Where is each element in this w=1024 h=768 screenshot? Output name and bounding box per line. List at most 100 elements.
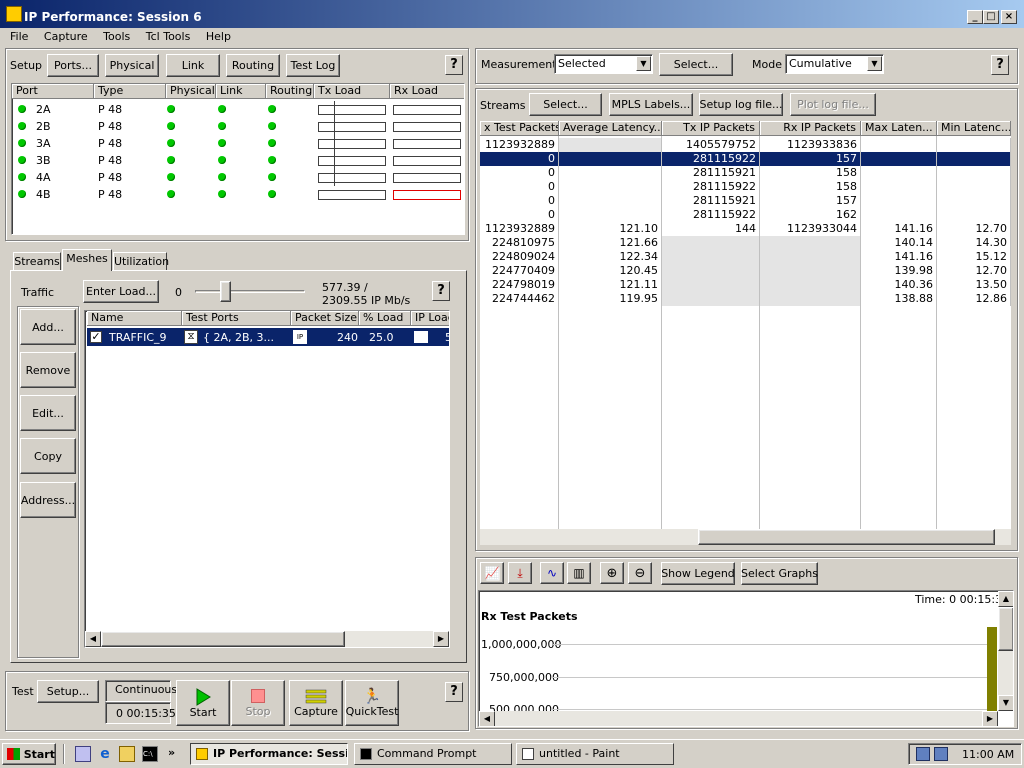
col-rx-ip-packets[interactable]: Rx IP Packets — [760, 121, 861, 136]
col-name[interactable]: Name — [87, 311, 182, 326]
network-icon[interactable] — [916, 747, 930, 761]
scroll-right-button[interactable]: ▶ — [982, 711, 998, 726]
measurements-select[interactable]: Selected ▼ — [554, 54, 653, 74]
col-max-latency[interactable]: Max Laten... — [861, 121, 937, 136]
zoom-in-icon[interactable]: ⊕ — [600, 562, 624, 584]
port-row[interactable]: 3A P 48 — [12, 135, 464, 152]
setup-log-file-button[interactable]: Setup log file... — [699, 93, 783, 116]
port-row[interactable]: 4B P 48 — [12, 186, 464, 203]
scroll-left-button[interactable]: ◀ — [85, 631, 101, 647]
col-physical[interactable]: Physical — [166, 84, 216, 99]
graph-h-scrollbar[interactable]: ◀ ▶ — [479, 711, 998, 726]
col-packet-size[interactable]: Packet Size — [291, 311, 359, 326]
bar-chart-icon[interactable]: ▥ — [567, 562, 591, 584]
task-command-prompt[interactable]: Command Prompt — [354, 743, 512, 765]
col-routing[interactable]: Routing — [266, 84, 314, 99]
col-avg-latency[interactable]: Average Latency... — [559, 121, 662, 136]
scroll-thumb[interactable] — [101, 631, 345, 647]
stream-row[interactable]: 224744462 119.95 138.88 12.86 — [480, 292, 1011, 306]
stream-row[interactable]: 0 281115921 158 — [480, 166, 1011, 180]
physical-button[interactable]: Physical — [105, 54, 159, 77]
traffic-h-scrollbar[interactable]: ◀ ▶ — [85, 631, 449, 647]
add-button[interactable]: Add... — [20, 309, 76, 345]
menu-help[interactable]: Help — [206, 30, 231, 43]
enter-load-button[interactable]: Enter Load... — [83, 280, 159, 303]
col-min-latency[interactable]: Min Latenc... — [937, 121, 1011, 136]
menu-tcl-tools[interactable]: Tcl Tools — [146, 30, 191, 43]
address-button[interactable]: Address... — [20, 482, 76, 518]
scroll-up-button[interactable]: ▲ — [998, 591, 1013, 607]
quicktest-button[interactable]: 🏃 QuickTest — [345, 680, 399, 726]
stream-row[interactable]: 0 281115922 158 — [480, 180, 1011, 194]
scroll-thumb-handle[interactable] — [698, 529, 995, 545]
col-tx-load[interactable]: Tx Load — [314, 84, 390, 99]
mode-select[interactable]: Cumulative ▼ — [785, 54, 884, 74]
test-setup-button[interactable]: Setup... — [37, 680, 99, 703]
menu-file[interactable]: File — [10, 30, 28, 43]
port-row[interactable]: 2A P 48 — [12, 101, 464, 118]
show-desktop-icon[interactable] — [75, 746, 91, 762]
remove-button[interactable]: Remove — [20, 352, 76, 388]
graph-v-scrollbar[interactable]: ▲ ▼ — [998, 591, 1013, 711]
start-menu-button[interactable]: Start — [2, 743, 56, 765]
tab-streams[interactable]: Streams — [13, 252, 61, 271]
test-log-button[interactable]: Test Log — [286, 54, 340, 77]
col-port[interactable]: Port — [12, 84, 94, 99]
chevron-down-icon[interactable]: ▼ — [867, 56, 882, 71]
plot-log-file-button[interactable]: Plot log file... — [790, 93, 876, 116]
stream-row[interactable]: 0 281115922 157 — [480, 152, 1011, 166]
stream-row[interactable]: 0 281115921 157 — [480, 194, 1011, 208]
network-icon[interactable] — [934, 747, 948, 761]
edit-button[interactable]: Edit... — [20, 395, 76, 431]
load-slider-thumb[interactable] — [220, 281, 231, 302]
cmd-icon[interactable]: C:\ — [142, 746, 158, 762]
more-chevron-icon[interactable]: » — [168, 746, 175, 759]
mpls-labels-button[interactable]: MPLS Labels... — [609, 93, 693, 116]
close-button[interactable]: × — [1001, 10, 1017, 24]
scroll-thumb[interactable] — [495, 711, 982, 726]
scroll-down-button[interactable]: ▼ — [998, 695, 1013, 711]
scroll-thumb[interactable] — [998, 607, 1013, 651]
col-rx-load[interactable]: Rx Load — [390, 84, 464, 99]
minimize-button[interactable]: _ — [967, 10, 983, 24]
checkbox-checked-icon[interactable]: ✓ — [90, 331, 102, 343]
col-pct-load[interactable]: % Load — [359, 311, 411, 326]
tab-meshes[interactable]: Meshes — [62, 249, 112, 271]
col-test-packets[interactable]: x Test Packets — [480, 121, 559, 136]
menu-capture[interactable]: Capture — [44, 30, 88, 43]
tab-utilization[interactable]: Utilization — [113, 252, 169, 271]
measurements-select-button[interactable]: Select... — [659, 53, 733, 76]
stop-button[interactable]: Stop — [231, 680, 285, 726]
remove-graph-icon[interactable]: ⤓ — [508, 562, 532, 584]
stream-row[interactable]: 1123932889 121.10 144 1123933044 141.16 12.70 — [480, 222, 1011, 236]
port-row[interactable]: 3B P 48 — [12, 152, 464, 169]
scroll-right-button[interactable]: ▶ — [433, 631, 449, 647]
ie-icon[interactable]: e — [97, 746, 113, 762]
stream-row[interactable]: 224798019 121.11 140.36 13.50 — [480, 278, 1011, 292]
streams-h-scrollbar[interactable] — [480, 529, 1011, 545]
chevron-down-icon[interactable]: ▼ — [636, 56, 651, 71]
scroll-thumb[interactable] — [480, 529, 698, 545]
show-legend-button[interactable]: Show Legend — [661, 562, 735, 585]
col-type[interactable]: Type — [94, 84, 166, 99]
port-row[interactable]: 4A P 48 — [12, 169, 464, 186]
stream-row[interactable]: 1123932889 1405579752 1123933836 — [480, 138, 1011, 152]
streams-select-button[interactable]: Select... — [529, 93, 602, 116]
stream-row[interactable]: 224770409 120.45 139.98 12.70 — [480, 264, 1011, 278]
add-graph-icon[interactable]: 📈 — [480, 562, 504, 584]
scroll-left-button[interactable]: ◀ — [479, 711, 495, 726]
port-row[interactable]: 2B P 48 — [12, 118, 464, 135]
task-ip-performance[interactable]: IP Performance: Sessi... — [190, 743, 348, 765]
col-tx-ip-packets[interactable]: Tx IP Packets — [662, 121, 760, 136]
zoom-out-icon[interactable]: ⊖ — [628, 562, 652, 584]
menu-tools[interactable]: Tools — [103, 30, 130, 43]
select-graphs-button[interactable]: Select Graphs — [741, 562, 818, 585]
stream-row[interactable]: 0 281115922 162 — [480, 208, 1011, 222]
routing-button[interactable]: Routing — [226, 54, 280, 77]
capture-button[interactable]: Capture — [289, 680, 343, 726]
traffic-row[interactable]: ✓ TRAFFIC_9 ⧖ { 2A, 2B, 3... IP 240 25.0… — [87, 328, 449, 346]
traffic-help-icon[interactable]: ? — [432, 281, 450, 301]
stream-row[interactable]: 224809024 122.34 141.16 15.12 — [480, 250, 1011, 264]
setup-help-icon[interactable]: ? — [445, 55, 463, 75]
link-button[interactable]: Link — [166, 54, 220, 77]
